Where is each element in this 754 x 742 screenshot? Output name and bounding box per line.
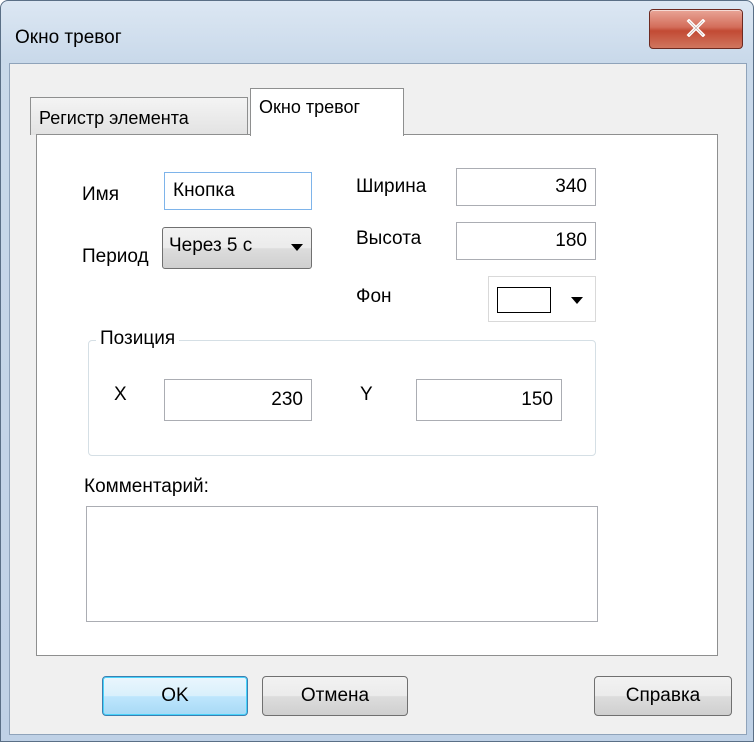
title-bar[interactable]: Окно тревог <box>1 1 753 63</box>
height-label: Высота <box>356 228 422 249</box>
tab-label: Окно тревог <box>259 97 361 117</box>
comment-textarea[interactable] <box>86 506 598 622</box>
period-select-value: Через 5 с <box>169 235 253 256</box>
x-label: X <box>114 384 127 405</box>
color-swatch <box>497 287 551 313</box>
background-color-picker[interactable] <box>488 276 596 322</box>
tab-label: Регистр элемента <box>39 108 189 128</box>
y-label: Y <box>360 384 373 405</box>
name-field[interactable]: Кнопка <box>164 172 312 210</box>
height-field[interactable]: 180 <box>456 222 596 260</box>
width-label: Ширина <box>356 176 427 197</box>
ok-button[interactable]: OK <box>102 676 248 716</box>
close-icon <box>686 19 706 37</box>
close-button[interactable] <box>649 9 743 49</box>
tab-element-register[interactable]: Регистр элемента <box>30 97 248 135</box>
y-field[interactable]: 150 <box>416 379 562 421</box>
period-label: Период <box>82 246 149 267</box>
chevron-down-icon <box>571 297 583 304</box>
width-field[interactable]: 340 <box>456 168 596 206</box>
period-select[interactable]: Через 5 с <box>162 227 312 269</box>
x-field[interactable]: 230 <box>164 379 312 421</box>
tab-alarm-window[interactable]: Окно тревог <box>250 88 404 136</box>
comment-label: Комментарий: <box>84 476 209 497</box>
cancel-button[interactable]: Отмена <box>262 676 408 716</box>
help-button[interactable]: Справка <box>594 676 732 716</box>
name-label: Имя <box>82 184 120 205</box>
position-group-title: Позиция <box>96 328 180 350</box>
background-label: Фон <box>356 286 392 307</box>
chevron-down-icon <box>291 244 303 251</box>
window-title: Окно тревог <box>15 27 122 48</box>
